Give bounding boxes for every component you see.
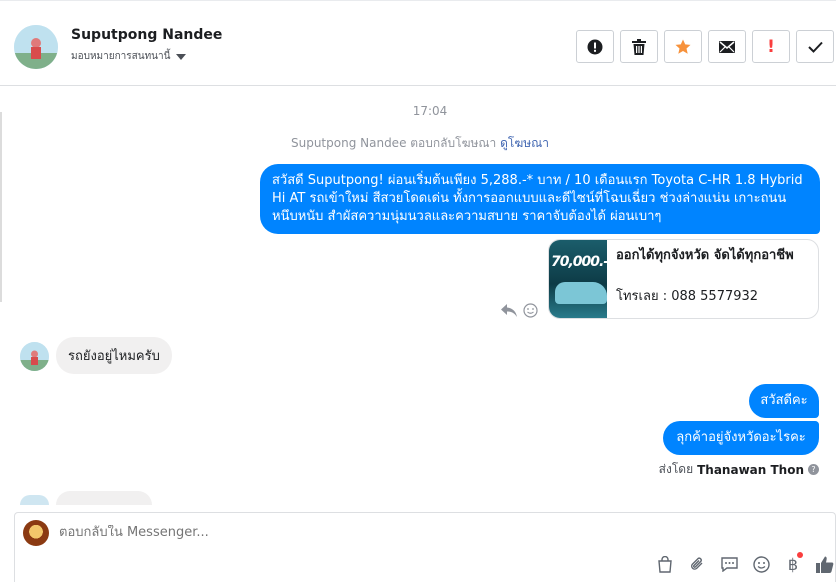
bag-icon[interactable] xyxy=(655,554,675,574)
page-avatar xyxy=(23,520,49,546)
header-actions: ! xyxy=(576,30,834,63)
composer-tools: ฿ xyxy=(655,552,835,574)
exclamation-circle-icon xyxy=(587,39,603,54)
ad-title: ออกได้ทุกจังหวัด จัดได้ทุกอาชีพ xyxy=(616,248,794,263)
emoji-reaction-icon[interactable] xyxy=(523,303,538,318)
car-image xyxy=(555,282,607,304)
ad-phone: โทรเลย : 088 5577932 xyxy=(616,289,759,304)
report-spam-button[interactable] xyxy=(576,30,614,63)
incoming-message-bubble xyxy=(56,491,152,505)
mark-important-button[interactable]: ! xyxy=(752,30,790,63)
conversation-header: Suputpong Nandee มอบหมายการสนทนานี้ ! xyxy=(0,0,836,86)
ad-thumbnail: 70,000.- xyxy=(549,240,607,318)
trash-icon xyxy=(632,38,646,55)
sent-by-prefix: ส่งโดย xyxy=(658,462,694,476)
reply-input[interactable] xyxy=(59,525,759,540)
assign-label: มอบหมายการสนทนานี้ xyxy=(71,51,171,62)
exclamation-icon: ! xyxy=(767,36,775,57)
like-icon[interactable] xyxy=(815,554,835,574)
message-timestamp: 17:04 xyxy=(412,104,448,118)
mark-unread-button[interactable] xyxy=(708,30,746,63)
saved-reply-icon[interactable] xyxy=(719,554,739,574)
star-icon xyxy=(675,39,691,54)
outgoing-reply-bubble[interactable]: ลุกค้าอยู่จังหวัดอะไรคะ xyxy=(663,421,819,455)
notification-dot xyxy=(797,552,803,558)
message-composer: ฿ xyxy=(14,512,836,582)
reply-icon[interactable] xyxy=(501,304,517,317)
paperclip-icon[interactable] xyxy=(687,554,707,574)
view-ad-link[interactable]: ดูโฆษณา xyxy=(500,136,549,150)
ad-reply-note: Suputpong Nandee ตอบกลับโฆษณา ดูโฆษณา xyxy=(0,134,836,153)
contact-avatar-small xyxy=(20,342,49,371)
outgoing-message-bubble[interactable]: สวัสดี Suputpong! ผ่อนเริ่มต้นเพียง 5,28… xyxy=(260,164,820,234)
ad-reply-text: Suputpong Nandee ตอบกลับโฆษณา xyxy=(290,136,497,150)
contact-avatar-small xyxy=(20,495,49,505)
contact-name[interactable]: Suputpong Nandee xyxy=(71,27,222,43)
star-button[interactable] xyxy=(664,30,702,63)
outgoing-reply-bubble[interactable]: สวัสดีคะ xyxy=(749,384,819,418)
contact-avatar[interactable] xyxy=(14,25,58,69)
emoji-icon[interactable] xyxy=(751,554,771,574)
sent-by-name: Thanawan Thon xyxy=(697,462,804,477)
baht-icon[interactable]: ฿ xyxy=(783,552,803,574)
mark-done-button[interactable] xyxy=(796,30,834,63)
check-icon xyxy=(807,41,823,53)
ad-card[interactable]: 70,000.- ออกได้ทุกจังหวัด จัดได้ทุกอาชีพ… xyxy=(548,239,819,319)
ad-thumb-text: 70,000.- xyxy=(551,254,607,270)
caret-down-icon xyxy=(176,53,187,60)
message-actions xyxy=(501,303,538,318)
sent-by-label: ส่งโดย Thanawan Thon ? xyxy=(659,460,819,479)
envelope-icon xyxy=(719,40,735,53)
delete-button[interactable] xyxy=(620,30,658,63)
incoming-message-bubble[interactable]: รถยังอยู่ไหมครับ xyxy=(56,337,172,374)
assign-conversation-dropdown[interactable]: มอบหมายการสนทนานี้ xyxy=(71,49,187,64)
question-circle-icon[interactable]: ? xyxy=(808,464,819,475)
